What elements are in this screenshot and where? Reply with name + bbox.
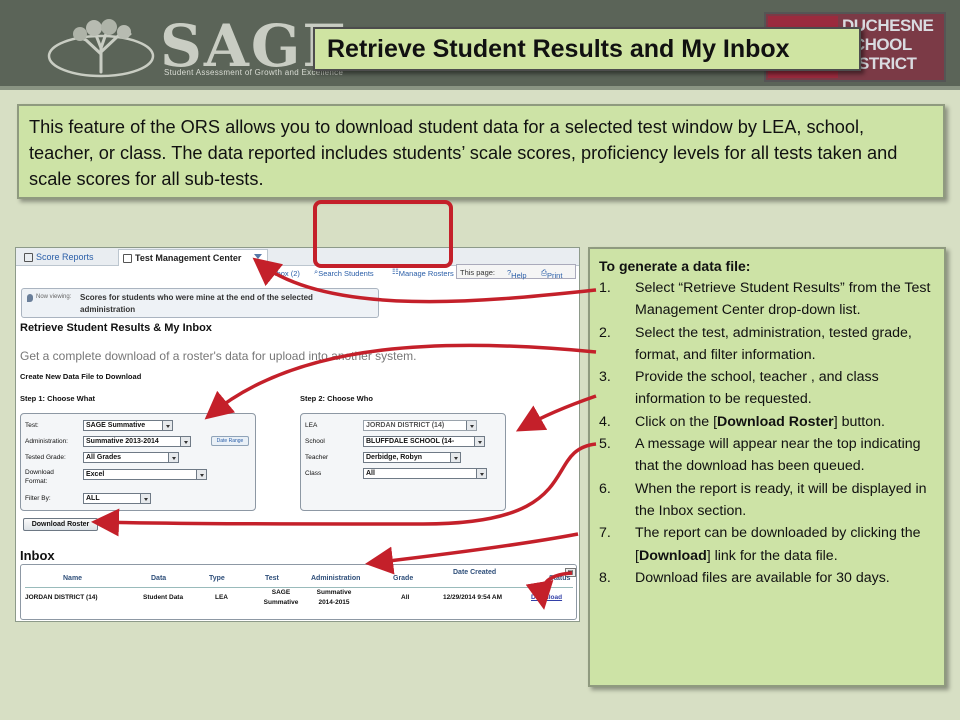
list-item: 4. Click on the [Download Roster] button.: [599, 413, 885, 430]
list-item: 3. Provide the school, teacher , and clas…: [599, 369, 879, 408]
administration-select[interactable]: Summative 2013-2014: [83, 436, 191, 447]
download-format-select[interactable]: Excel: [83, 469, 207, 480]
steps-heading: To generate a data file:: [599, 258, 751, 274]
row-type: LEA: [215, 594, 228, 601]
tab-test-management-center[interactable]: Test Management Center: [118, 249, 268, 266]
column-header-name[interactable]: Name: [63, 575, 82, 582]
tab-score-reports[interactable]: Score Reports: [20, 249, 116, 266]
filter-by-select[interactable]: ALL: [83, 493, 151, 504]
list-item: 7. The report can be downloaded by clicki…: [599, 525, 921, 564]
list-item: 1. Select “Retrieve Student Results” from…: [599, 280, 931, 319]
row-date-created: 12/29/2014 9:54 AM: [443, 594, 503, 601]
column-header-administration[interactable]: Administration: [311, 575, 360, 582]
lea-select[interactable]: JORDAN DISTRICT (14): [363, 420, 477, 431]
tested-grade-label: Tested Grade:: [25, 454, 66, 461]
now-viewing-label: Now viewing:: [36, 294, 72, 300]
inbox-link[interactable]: ✉ Inbox (2): [264, 267, 300, 278]
column-header-data[interactable]: Data: [151, 575, 166, 582]
page-description: Get a complete download of a roster's da…: [20, 349, 417, 363]
steps-list: 1. Select “Retrieve Student Results” from…: [599, 277, 936, 589]
class-label: Class: [305, 470, 322, 477]
column-header-date-created[interactable]: Date Created: [453, 569, 496, 576]
administration-label: Administration:: [25, 438, 68, 445]
pin-icon: [27, 294, 33, 302]
table-header-rule: [25, 587, 573, 588]
report-icon: [24, 253, 33, 262]
row-administration: Summative 2014-2015: [316, 589, 352, 606]
page-title: Retrieve Student Results & My Inbox: [20, 322, 212, 334]
intro-box: This feature of the ORS allows you to do…: [17, 104, 945, 199]
download-roster-button[interactable]: Download Roster: [23, 518, 98, 531]
row-name: JORDAN DISTRICT (14): [25, 594, 98, 601]
banner-band: [0, 86, 960, 90]
tested-grade-select[interactable]: All Grades: [83, 452, 179, 463]
sage-logo: SAGE Student Assessment of Growth and Ex…: [40, 12, 360, 82]
date-range-button[interactable]: Date Range: [211, 436, 249, 446]
lock-icon: [123, 254, 132, 263]
inbox-title: Inbox: [20, 548, 55, 563]
teacher-select[interactable]: Derbidge, Robyn: [363, 452, 461, 463]
row-data: Student Data: [143, 594, 184, 601]
lea-label: LEA: [305, 422, 318, 429]
help-link[interactable]: ? Help: [507, 268, 527, 280]
school-label: School: [305, 438, 325, 445]
filter-by-label: Filter By:: [25, 495, 51, 502]
download-format-label-2: Format:: [25, 478, 48, 485]
column-header-test[interactable]: Test: [265, 575, 279, 582]
chevron-down-icon[interactable]: [254, 254, 262, 259]
search-students-link[interactable]: ⌕ Search Students: [314, 267, 374, 278]
column-header-status[interactable]: Status: [549, 575, 570, 582]
step1-title: Step 1: Choose What: [20, 394, 96, 403]
class-select[interactable]: All: [363, 468, 487, 479]
now-viewing-banner: Now viewing: Scores for students who wer…: [21, 288, 379, 318]
list-item: 5. A message will appear near the top ind…: [599, 436, 921, 475]
step2-panel: LEA JORDAN DISTRICT (14) School BLUFFDAL…: [300, 413, 506, 511]
column-header-type[interactable]: Type: [209, 575, 225, 582]
intro-text: This feature of the ORS allows you to do…: [29, 117, 898, 189]
test-label: Test:: [25, 422, 39, 429]
list-item: 8. Download files are available for 30 da…: [599, 569, 890, 586]
highlight-rectangle: [313, 200, 453, 268]
inbox-table: ▤ Name Data Type Test Administration Gra…: [20, 564, 577, 620]
print-link[interactable]: ⎙ Print: [541, 268, 562, 280]
school-select[interactable]: BLUFFDALE SCHOOL (14-: [363, 436, 485, 447]
row-test: SAGE Summative: [263, 589, 299, 606]
steps-panel: To generate a data file: 1. Select “Retri…: [588, 247, 946, 687]
create-new-heading: Create New Data File to Download: [20, 372, 142, 381]
step1-panel: Test: SAGE Summative Administration: Sum…: [20, 413, 256, 511]
download-format-label: Download: [25, 469, 54, 476]
this-page-label: This page:: [460, 268, 496, 277]
test-select[interactable]: SAGE Summative: [83, 420, 173, 431]
manage-rosters-link[interactable]: ☷ Manage Rosters: [392, 267, 454, 278]
step2-title: Step 2: Choose Who: [300, 394, 373, 403]
now-viewing-text: Scores for students who were mine at the…: [80, 293, 313, 314]
teacher-label: Teacher: [305, 454, 329, 461]
list-item: 6. When the report is ready, it will be d…: [599, 480, 927, 519]
list-item: 2. Select the test, administration, teste…: [599, 324, 912, 363]
download-link[interactable]: Download: [531, 594, 562, 601]
column-header-grade[interactable]: Grade: [393, 575, 413, 582]
row-grade: All: [401, 594, 410, 601]
slide-title: Retrieve Student Results and My Inbox: [327, 35, 790, 63]
ors-screenshot: Score Reports Test Management Center ✉ I…: [15, 247, 580, 622]
tree-icon: [47, 19, 155, 78]
this-page-toolbar: This page: ? Help ⎙ Print: [456, 264, 576, 280]
slide-title-box: Retrieve Student Results and My Inbox: [313, 27, 861, 71]
